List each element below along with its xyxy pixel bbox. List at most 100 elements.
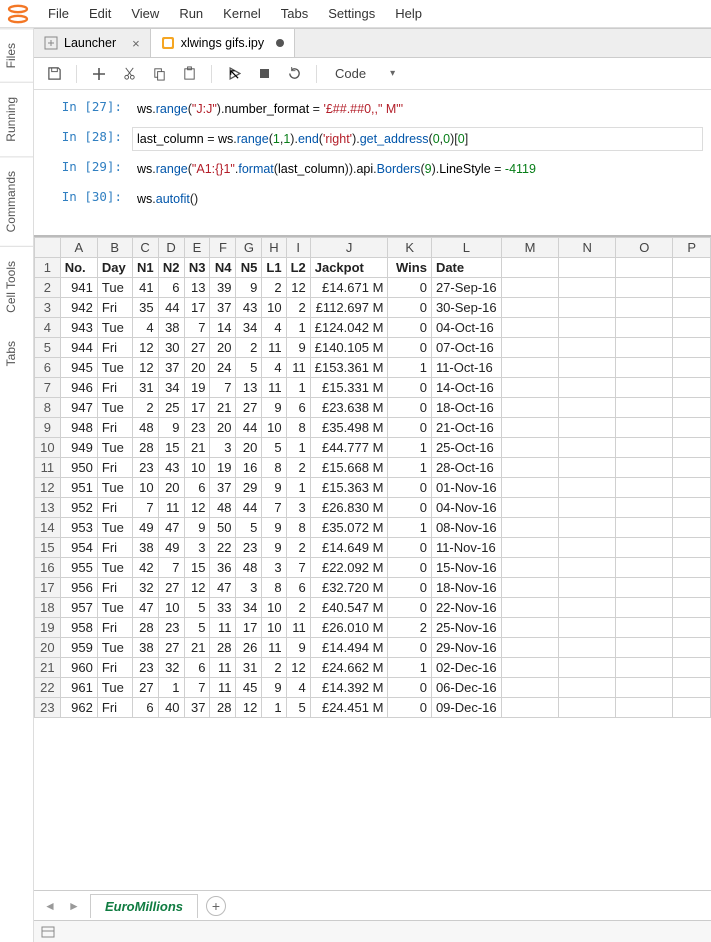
cut-button[interactable] [117, 62, 141, 86]
cell[interactable]: 10 [184, 457, 210, 477]
cell[interactable] [559, 397, 616, 417]
cell[interactable]: 23 [132, 457, 158, 477]
cell[interactable]: Tue [97, 277, 132, 297]
cell[interactable]: 32 [158, 657, 184, 677]
cell-code[interactable]: ws.autofit() [132, 187, 703, 211]
menu-run[interactable]: Run [169, 2, 213, 25]
cell[interactable]: 34 [236, 317, 262, 337]
cell[interactable]: 12 [132, 337, 158, 357]
cell[interactable]: 45 [236, 677, 262, 697]
cell[interactable]: Tue [97, 357, 132, 377]
cell[interactable]: 31 [132, 377, 158, 397]
cell[interactable]: 22-Nov-16 [431, 597, 501, 617]
cell[interactable]: 954 [60, 537, 97, 557]
cell[interactable]: 961 [60, 677, 97, 697]
cell[interactable] [501, 597, 558, 617]
cell[interactable]: 2 [132, 397, 158, 417]
cell[interactable] [559, 457, 616, 477]
row-header[interactable]: 22 [35, 677, 61, 697]
cell[interactable]: 2 [286, 537, 310, 557]
gutter-tab-running[interactable]: Running [0, 82, 33, 156]
cell-code[interactable]: ws.range("J:J").number_format = '£##.##0… [132, 97, 703, 121]
cell[interactable]: 0 [388, 477, 432, 497]
menu-help[interactable]: Help [385, 2, 432, 25]
menu-file[interactable]: File [38, 2, 79, 25]
cell[interactable]: 11 [286, 357, 310, 377]
cell[interactable]: 9 [262, 477, 286, 497]
cell-code[interactable]: ws.range("A1:{}1".format(last_column)).a… [132, 157, 703, 181]
cell[interactable]: 31 [236, 657, 262, 677]
cell[interactable]: 5 [184, 617, 210, 637]
cell[interactable]: 1 [388, 657, 432, 677]
col-header-P[interactable]: P [673, 237, 711, 257]
cell[interactable]: 37 [210, 297, 236, 317]
cell[interactable]: 20 [184, 357, 210, 377]
cell[interactable] [673, 277, 711, 297]
cell[interactable]: 06-Dec-16 [431, 677, 501, 697]
cell[interactable]: 43 [236, 297, 262, 317]
cell[interactable]: 49 [132, 517, 158, 537]
cell[interactable]: 949 [60, 437, 97, 457]
row-header[interactable]: 18 [35, 597, 61, 617]
cell[interactable] [616, 437, 673, 457]
cell[interactable]: 20 [210, 417, 236, 437]
cell[interactable] [673, 537, 711, 557]
cell[interactable] [501, 557, 558, 577]
cell[interactable]: 20 [236, 437, 262, 457]
cell[interactable]: 37 [158, 357, 184, 377]
col-header-D[interactable]: D [158, 237, 184, 257]
cell[interactable]: 6 [132, 697, 158, 717]
cell[interactable]: 7 [210, 377, 236, 397]
cell[interactable] [673, 337, 711, 357]
cell[interactable]: 1 [286, 377, 310, 397]
cell[interactable]: 956 [60, 577, 97, 597]
cell[interactable] [616, 537, 673, 557]
row-header[interactable]: 17 [35, 577, 61, 597]
cell[interactable]: 945 [60, 357, 97, 377]
cell[interactable] [559, 297, 616, 317]
cell[interactable] [501, 277, 558, 297]
cell[interactable] [559, 497, 616, 517]
cell[interactable]: 11 [262, 377, 286, 397]
cell[interactable]: 2 [286, 297, 310, 317]
cell[interactable] [501, 297, 558, 317]
cell[interactable]: 947 [60, 397, 97, 417]
cell[interactable]: £15.668 M [310, 457, 388, 477]
cell[interactable]: £14.649 M [310, 537, 388, 557]
row-header[interactable]: 3 [35, 297, 61, 317]
data-header-cell[interactable]: Date [431, 257, 501, 277]
cell[interactable] [559, 317, 616, 337]
cell[interactable] [673, 677, 711, 697]
cell[interactable]: £26.830 M [310, 497, 388, 517]
cell[interactable]: 4 [286, 677, 310, 697]
cell[interactable]: Tue [97, 637, 132, 657]
cell[interactable]: 30-Sep-16 [431, 297, 501, 317]
cell[interactable] [501, 677, 558, 697]
cell[interactable] [559, 377, 616, 397]
cell[interactable]: 29 [236, 477, 262, 497]
cell[interactable]: 12 [132, 357, 158, 377]
cell[interactable]: 27 [184, 337, 210, 357]
cell[interactable]: Fri [97, 337, 132, 357]
col-header-C[interactable]: C [132, 237, 158, 257]
cell[interactable]: 11 [210, 617, 236, 637]
cell[interactable]: 27-Sep-16 [431, 277, 501, 297]
cell[interactable] [673, 517, 711, 537]
cell[interactable] [616, 657, 673, 677]
cell[interactable] [501, 617, 558, 637]
gutter-tab-tabs[interactable]: Tabs [0, 327, 33, 380]
cell[interactable]: 0 [388, 677, 432, 697]
menu-view[interactable]: View [121, 2, 169, 25]
cell[interactable]: 2 [286, 597, 310, 617]
cell[interactable]: 15-Nov-16 [431, 557, 501, 577]
cell[interactable]: 27 [236, 397, 262, 417]
cell[interactable]: 2 [388, 617, 432, 637]
cell[interactable] [559, 677, 616, 697]
paste-button[interactable] [177, 62, 201, 86]
cell[interactable] [673, 357, 711, 377]
cell[interactable]: 1 [262, 697, 286, 717]
cell[interactable]: 39 [210, 277, 236, 297]
row-header[interactable]: 6 [35, 357, 61, 377]
cell[interactable]: 07-Oct-16 [431, 337, 501, 357]
cell[interactable]: 1 [286, 437, 310, 457]
